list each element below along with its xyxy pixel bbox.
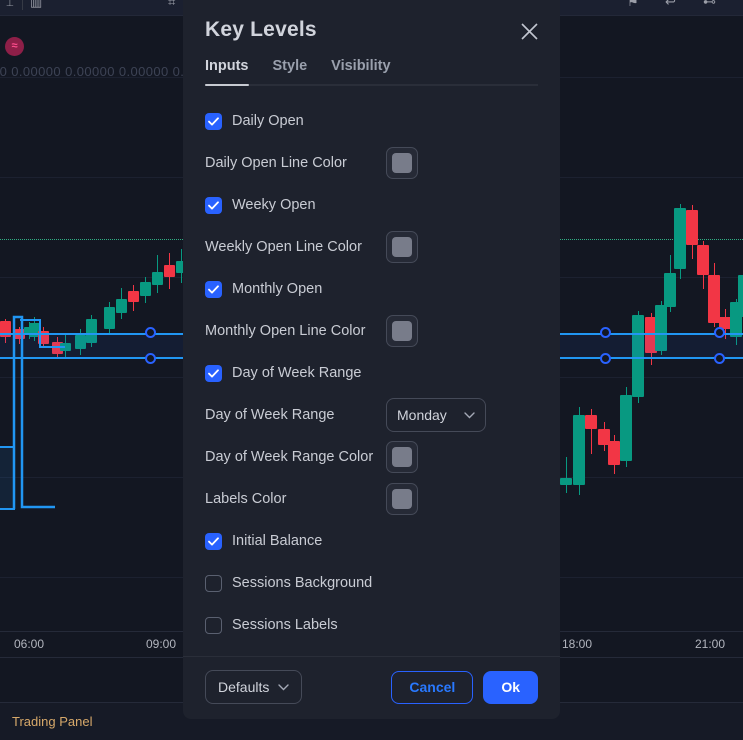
row-weekly-open-line-color: Weekly Open Line Color — [205, 226, 538, 268]
label-weeky-open: Weeky Open — [232, 197, 316, 213]
color-swatch-day-of-week-range-color[interactable] — [386, 441, 418, 473]
cancel-button[interactable]: Cancel — [391, 670, 474, 704]
checkbox-day-of-week-range[interactable] — [205, 364, 222, 382]
row-monthly-open-line-color: Monthly Open Line Color — [205, 310, 538, 352]
indicators-icon[interactable]: ⌗ — [168, 0, 175, 10]
footer-actions: Cancel Ok — [391, 670, 538, 704]
toolbar-divider — [22, 0, 23, 10]
defaults-label: Defaults — [218, 679, 270, 695]
label-day-of-week-range-color: Day of Week Range Color — [205, 449, 374, 465]
close-icon[interactable] — [514, 16, 544, 46]
color-swatch-fill — [392, 153, 412, 173]
screen-root: ⌶ ▥ ⌗ ⚑ ↩ ⊷ ≈ 00 0.00000 0.00000 0.00000… — [0, 0, 743, 740]
ok-button[interactable]: Ok — [483, 670, 538, 704]
label-sessions-background: Sessions Background — [232, 575, 373, 591]
row-day-of-week-range: Day of Week Range — [205, 352, 538, 394]
tab-style[interactable]: Style — [273, 58, 308, 84]
label-initial-balance: Initial Balance — [232, 533, 323, 549]
undo-icon[interactable]: ↩ — [665, 0, 676, 10]
color-swatch-fill — [392, 489, 412, 509]
settings-slider-icon[interactable]: ⊷ — [703, 0, 716, 10]
color-swatch-labels-color[interactable] — [386, 483, 418, 515]
label-daily-open-line-color: Daily Open Line Color — [205, 155, 347, 171]
dialog-tabs: Inputs Style Visibility — [205, 58, 538, 86]
checkbox-initial-balance[interactable] — [205, 532, 222, 550]
defaults-button[interactable]: Defaults — [205, 670, 303, 704]
checkbox-monthly-open[interactable] — [205, 280, 222, 298]
cursor-icon[interactable]: ⌶ — [6, 0, 14, 10]
row-weeky-open: Weeky Open — [205, 184, 538, 226]
color-swatch-monthly-open-line-color[interactable] — [386, 315, 418, 347]
chevron-down-icon — [464, 406, 475, 424]
row-day-of-week-range-select: Day of Week Range Monday — [205, 394, 538, 436]
row-monthly-open: Monthly Open — [205, 268, 538, 310]
label-daily-open: Daily Open — [232, 113, 304, 129]
row-labels-color: Labels Color — [205, 478, 538, 520]
row-initial-balance: Initial Balance — [205, 520, 538, 562]
checkbox-daily-open[interactable] — [205, 112, 222, 130]
label-day-of-week-range: Day of Week Range — [232, 365, 362, 381]
label-monthly-open-line-color: Monthly Open Line Color — [205, 323, 366, 339]
time-axis-label: 09:00 — [146, 637, 177, 651]
dialog-header: Key Levels — [183, 0, 560, 42]
label-weekly-open-line-color: Weekly Open Line Color — [205, 239, 362, 255]
key-levels-settings-dialog: Key Levels Inputs Style Visibility Daily O… — [183, 0, 560, 719]
color-swatch-daily-open-line-color[interactable] — [386, 147, 418, 179]
label-day-of-week-range-select: Day of Week Range — [205, 407, 335, 423]
row-daily-open: Daily Open — [205, 100, 538, 142]
color-swatch-fill — [392, 237, 412, 257]
select-value: Monday — [397, 407, 447, 423]
label-monthly-open: Monthly Open — [232, 281, 323, 297]
color-swatch-fill — [392, 321, 412, 341]
row-daily-open-line-color: Daily Open Line Color — [205, 142, 538, 184]
trading-panel-label[interactable]: Trading Panel — [12, 714, 92, 729]
dialog-title: Key Levels — [205, 18, 317, 41]
dialog-body[interactable]: Daily Open Daily Open Line Color Weeky Ope… — [183, 86, 560, 656]
flag-icon[interactable]: ⚑ — [627, 0, 639, 10]
label-labels-color: Labels Color — [205, 491, 287, 507]
color-swatch-weekly-open-line-color[interactable] — [386, 231, 418, 263]
time-axis-label: 21:00 — [695, 637, 726, 651]
row-sessions-labels: Sessions Labels — [205, 604, 538, 646]
checkbox-weeky-open[interactable] — [205, 196, 222, 214]
checkbox-sessions-labels[interactable] — [205, 616, 222, 634]
select-day-of-week-range-select[interactable]: Monday — [386, 398, 486, 432]
tab-inputs[interactable]: Inputs — [205, 58, 249, 86]
row-sessions-background: Sessions Background — [205, 562, 538, 604]
color-swatch-fill — [392, 447, 412, 467]
time-axis-label: 18:00 — [562, 637, 593, 651]
row-day-of-week-range-color: Day of Week Range Color — [205, 436, 538, 478]
bars-icon[interactable]: ▥ — [30, 0, 42, 10]
checkbox-sessions-background[interactable] — [205, 574, 222, 592]
chevron-down-icon — [278, 683, 290, 690]
label-sessions-labels: Sessions Labels — [232, 617, 338, 633]
tab-visibility[interactable]: Visibility — [331, 58, 390, 84]
time-axis-label: 06:00 — [14, 637, 45, 651]
dialog-footer: Defaults Cancel Ok — [183, 656, 560, 719]
